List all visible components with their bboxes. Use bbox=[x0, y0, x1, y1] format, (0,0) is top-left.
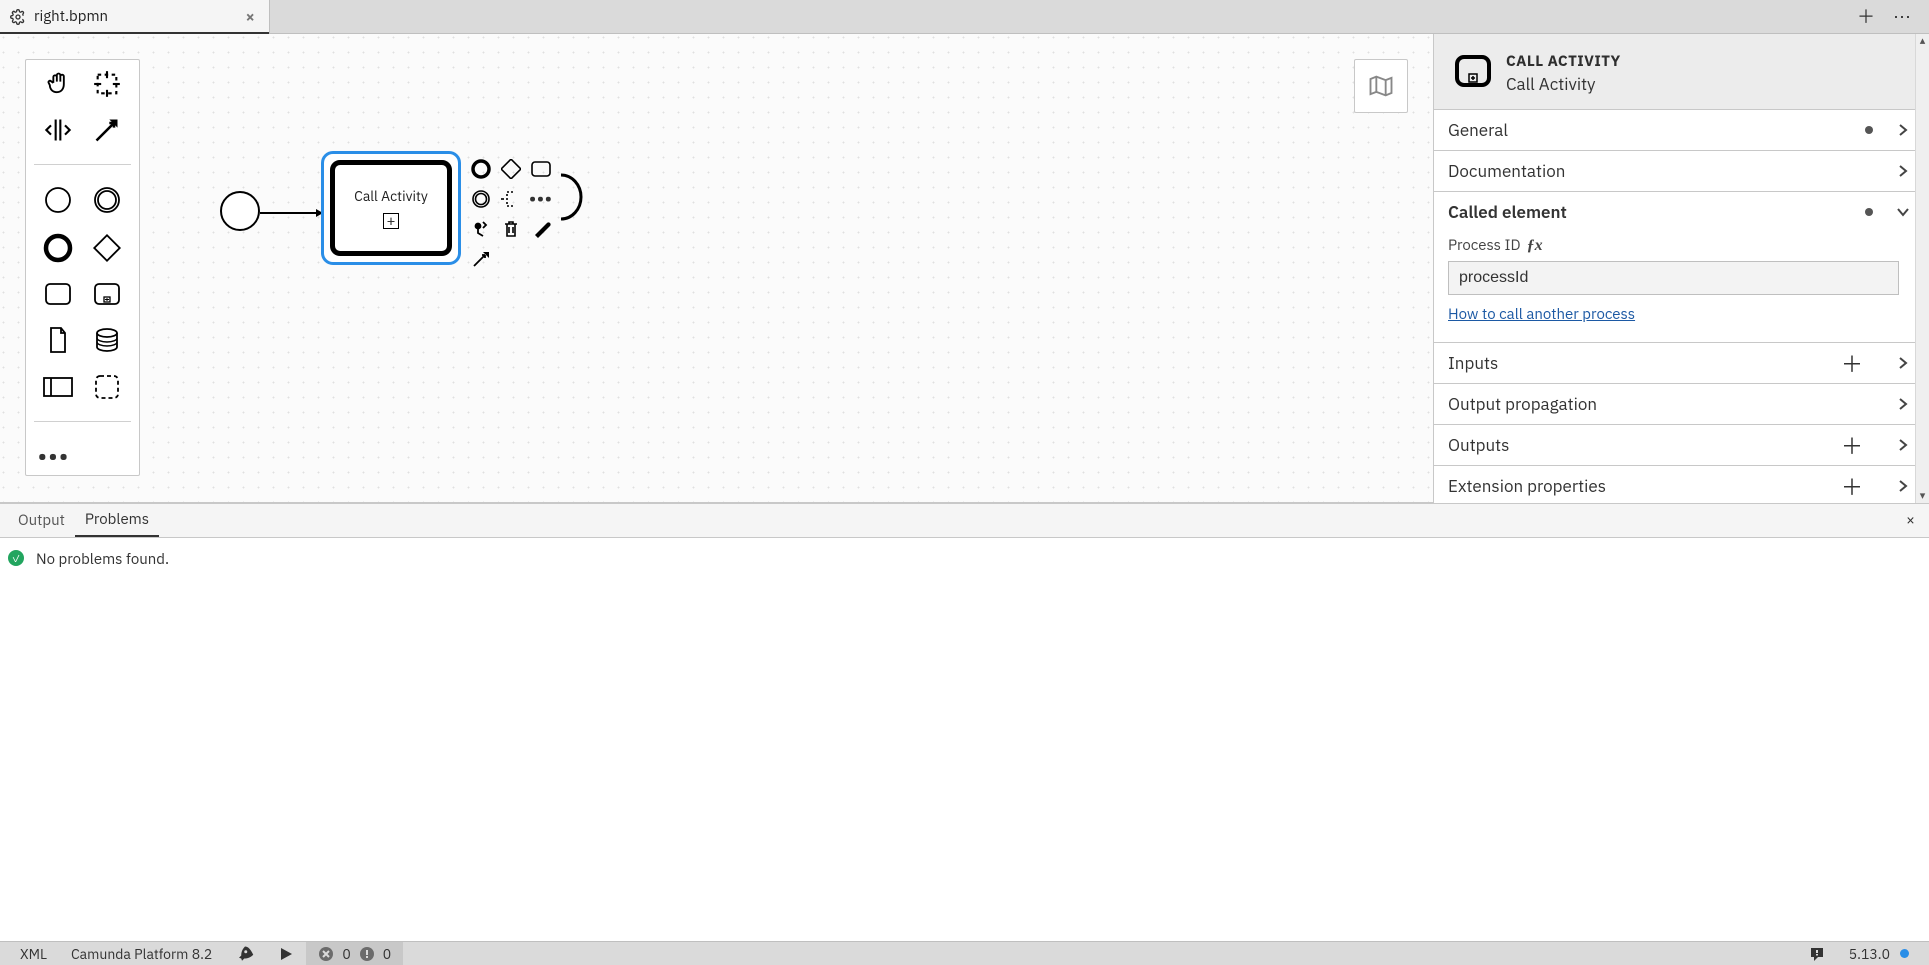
xml-toggle[interactable]: XML bbox=[8, 942, 59, 965]
create-participant[interactable] bbox=[42, 375, 74, 399]
chevron-right-icon bbox=[1895, 356, 1911, 370]
feedback-button[interactable] bbox=[1797, 942, 1837, 965]
output-tab[interactable]: Output bbox=[8, 505, 75, 536]
create-start-event[interactable] bbox=[43, 185, 73, 215]
tab-menu-button[interactable]: ⋯ bbox=[1893, 8, 1911, 26]
no-problems-message: No problems found. bbox=[36, 550, 169, 569]
gear-icon bbox=[10, 9, 26, 25]
chevron-right-icon bbox=[1895, 397, 1911, 411]
version-label[interactable]: 5.13.0 bbox=[1837, 942, 1921, 965]
group-outputs[interactable]: Outputs ＋ bbox=[1434, 425, 1929, 465]
context-pad: ••• bbox=[468, 156, 588, 272]
change-element[interactable] bbox=[468, 216, 494, 242]
problems-tab[interactable]: Problems bbox=[75, 504, 159, 537]
set-color[interactable] bbox=[528, 216, 554, 242]
create-group[interactable] bbox=[93, 373, 121, 401]
delete-element[interactable] bbox=[498, 216, 524, 242]
add-output-button[interactable]: ＋ bbox=[1841, 429, 1863, 461]
add-input-button[interactable]: ＋ bbox=[1841, 347, 1863, 379]
properties-panel: CALL ACTIVITY Call Activity General Docu… bbox=[1433, 34, 1929, 503]
call-activity-icon bbox=[1454, 54, 1492, 93]
call-activity-shape[interactable]: Call Activity bbox=[321, 151, 461, 265]
bottom-panel-tabs: Output Problems × bbox=[0, 504, 1929, 538]
problems-content: ✓ No problems found. bbox=[0, 538, 1929, 941]
group-extension-properties[interactable]: Extension properties ＋ bbox=[1434, 466, 1929, 503]
create-data-store[interactable] bbox=[93, 326, 121, 354]
add-extension-button[interactable]: ＋ bbox=[1841, 470, 1863, 502]
properties-header: CALL ACTIVITY Call Activity bbox=[1434, 34, 1929, 110]
platform-selector[interactable]: Camunda Platform 8.2 bbox=[59, 942, 224, 965]
append-gateway[interactable] bbox=[498, 156, 524, 182]
element-type-label: CALL ACTIVITY bbox=[1506, 52, 1621, 71]
linting-status[interactable]: 0 0 bbox=[306, 942, 403, 965]
tool-palette: ••• bbox=[25, 59, 140, 476]
tab-filename: right.bpmn bbox=[34, 7, 237, 26]
append-intermediate-event[interactable] bbox=[468, 186, 494, 212]
append-end-event[interactable] bbox=[468, 156, 494, 182]
scroll-up-icon[interactable]: ▴ bbox=[1920, 34, 1926, 48]
create-data-object[interactable] bbox=[45, 325, 71, 355]
help-link[interactable]: How to call another process bbox=[1448, 305, 1635, 324]
space-tool[interactable] bbox=[44, 116, 72, 144]
tab-bar: right.bpmn × ＋ ⋯ bbox=[0, 0, 1929, 34]
status-bar: XML Camunda Platform 8.2 0 0 5.13.0 bbox=[0, 941, 1929, 965]
chevron-down-icon bbox=[1895, 207, 1911, 217]
success-check-icon: ✓ bbox=[8, 550, 24, 566]
group-called-element[interactable]: Called element bbox=[1434, 192, 1929, 232]
sequence-flow[interactable] bbox=[260, 209, 323, 213]
toggle-minimap-button[interactable] bbox=[1354, 59, 1408, 113]
start-instance-button[interactable] bbox=[266, 942, 306, 965]
chevron-right-icon bbox=[1895, 479, 1911, 493]
create-end-event[interactable] bbox=[43, 233, 73, 263]
diagram-canvas[interactable]: ••• Call Activity bbox=[0, 34, 1433, 503]
create-intermediate-event[interactable] bbox=[92, 185, 122, 215]
append-task[interactable] bbox=[528, 156, 554, 182]
chevron-right-icon bbox=[1895, 123, 1911, 137]
connect-arc[interactable] bbox=[558, 186, 584, 212]
feel-icon: ƒx bbox=[1527, 237, 1543, 255]
properties-scrollbar[interactable]: ▴ ▾ bbox=[1915, 34, 1929, 503]
editor-tab[interactable]: right.bpmn × bbox=[0, 0, 270, 33]
close-bottom-panel-button[interactable]: × bbox=[1900, 511, 1921, 530]
call-activity-label: Call Activity bbox=[354, 187, 428, 205]
process-id-input[interactable] bbox=[1448, 261, 1899, 295]
global-connect-tool[interactable] bbox=[93, 116, 121, 144]
start-event-shape[interactable] bbox=[220, 191, 260, 231]
group-documentation[interactable]: Documentation bbox=[1434, 151, 1929, 191]
new-tab-button[interactable]: ＋ bbox=[1857, 8, 1875, 26]
group-inputs[interactable]: Inputs ＋ bbox=[1434, 343, 1929, 383]
create-gateway[interactable] bbox=[92, 233, 122, 263]
group-general[interactable]: General bbox=[1434, 110, 1929, 150]
has-data-indicator-icon bbox=[1865, 126, 1873, 134]
context-more[interactable]: ••• bbox=[528, 186, 554, 212]
append-text-annotation[interactable] bbox=[498, 186, 524, 212]
tab-close-button[interactable]: × bbox=[245, 7, 255, 27]
called-element-body: Process ID ƒx How to call another proces… bbox=[1434, 232, 1929, 342]
create-task[interactable] bbox=[43, 281, 73, 307]
process-id-label: Process ID ƒx bbox=[1448, 236, 1899, 255]
hand-tool[interactable] bbox=[44, 70, 72, 98]
palette-more-button[interactable]: ••• bbox=[34, 442, 70, 469]
element-name: Call Activity bbox=[1506, 73, 1621, 95]
scroll-down-icon[interactable]: ▾ bbox=[1920, 489, 1926, 503]
has-data-indicator-icon bbox=[1865, 208, 1873, 216]
group-output-propagation[interactable]: Output propagation bbox=[1434, 384, 1929, 424]
chevron-right-icon bbox=[1895, 164, 1911, 178]
create-subprocess[interactable] bbox=[92, 281, 122, 307]
expand-marker-icon bbox=[383, 213, 399, 229]
update-available-icon bbox=[1900, 949, 1909, 958]
connect-sequence[interactable] bbox=[468, 246, 494, 272]
chevron-right-icon bbox=[1895, 438, 1911, 452]
lasso-tool[interactable] bbox=[93, 70, 121, 98]
deploy-button[interactable] bbox=[224, 942, 266, 965]
